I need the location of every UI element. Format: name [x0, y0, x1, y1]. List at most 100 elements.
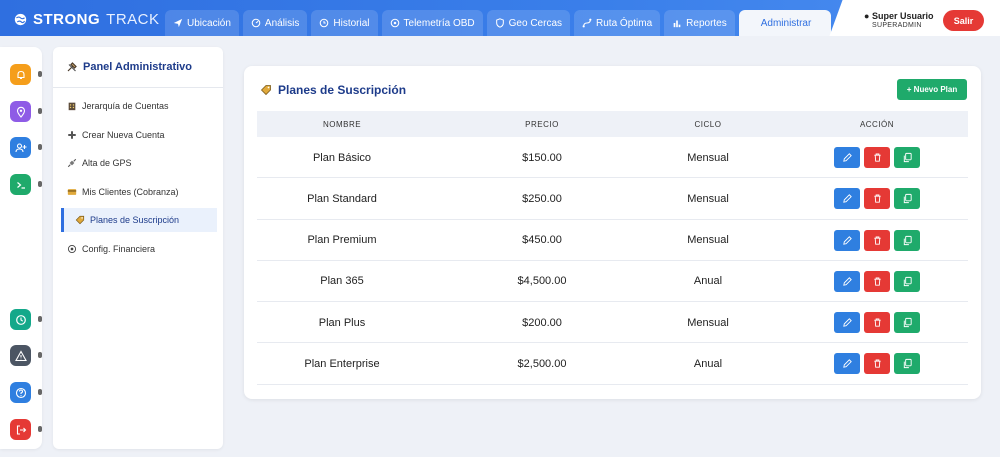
edit-button[interactable] [834, 270, 860, 292]
trash-icon [873, 194, 881, 203]
tab-label: Ruta Óptima [596, 17, 653, 29]
pencil-icon [842, 235, 852, 245]
satellite-icon [67, 158, 77, 168]
timer-icon [15, 314, 26, 325]
help-icon [15, 387, 26, 398]
clock-icon [320, 18, 329, 28]
plan-cycle: Mensual [687, 151, 729, 164]
gear-icon [67, 244, 77, 254]
duplicate-button[interactable] [894, 353, 920, 375]
tab-reportes[interactable]: Reportes [664, 10, 735, 36]
tab-geocercas[interactable]: Geo Cercas [486, 10, 571, 36]
edit-button[interactable] [834, 188, 860, 210]
rail-console-button[interactable] [10, 174, 31, 195]
duplicate-button[interactable] [894, 188, 920, 210]
tag-icon [75, 215, 85, 225]
tab-analisis[interactable]: Análisis [242, 10, 308, 36]
logout-icon [16, 424, 26, 435]
tab-label: Historial [333, 17, 370, 29]
panel-divider [53, 87, 223, 88]
plan-name: Plan Premium [307, 234, 377, 247]
menu-item-my-clients[interactable]: Mis Clientes (Cobranza) [61, 180, 217, 204]
tab-historial[interactable]: Historial [311, 10, 378, 36]
menu-item-label: Config. Financiera [82, 244, 156, 254]
delete-button[interactable] [864, 353, 890, 375]
tab-label: Ubicación [187, 17, 231, 29]
new-plan-button[interactable]: + Nuevo Plan [897, 79, 967, 100]
tag-icon [260, 85, 271, 96]
shield-icon [495, 18, 504, 28]
admin-panel-title: Panel Administrativo [66, 61, 192, 73]
logout-button[interactable]: Salir [943, 10, 984, 31]
pencil-icon [842, 318, 852, 327]
rail-help-button[interactable] [10, 382, 31, 403]
plan-cycle: Mensual [687, 234, 729, 247]
tab-label: Reportes [686, 17, 727, 29]
menu-item-account-hierarchy[interactable]: Jerarquía de Cuentas [61, 94, 217, 118]
rail-notifications-button[interactable] [10, 64, 31, 85]
map-pin-icon [16, 106, 25, 118]
edit-button[interactable] [834, 312, 860, 334]
bell-icon [16, 70, 25, 79]
duplicate-button[interactable] [894, 312, 920, 334]
brand-primary: STRONG [33, 10, 101, 28]
delete-button[interactable] [864, 147, 890, 168]
main-tabs: Ubicación Análisis Historial Telemetría … [165, 10, 832, 36]
row-actions [787, 302, 967, 343]
subscription-plans-card: Planes de Suscripción + Nuevo Plan NOMBR… [244, 66, 981, 399]
plan-price: $200.00 [522, 316, 562, 329]
plan-cycle: Mensual [687, 316, 729, 329]
menu-item-financial-config[interactable]: Config. Financiera [61, 237, 217, 261]
pencil-icon [842, 359, 852, 369]
rail-locations-button[interactable] [10, 101, 31, 122]
duplicate-button[interactable] [894, 229, 920, 251]
edit-button[interactable] [834, 229, 860, 251]
send-icon [173, 18, 183, 28]
table-row: Plan Plus $200.00 Mensual [257, 302, 968, 344]
duplicate-button[interactable] [894, 270, 920, 292]
delete-button[interactable] [864, 270, 890, 292]
rail-logout-button[interactable] [10, 419, 31, 440]
rail-collapsed-label [38, 108, 42, 114]
tab-ruta-optima[interactable]: Ruta Óptima [574, 10, 661, 36]
warning-icon [14, 349, 27, 361]
plans-title: Planes de Suscripción [260, 83, 406, 97]
menu-item-subscription-plans[interactable]: Planes de Suscripción [61, 208, 217, 232]
column-header-cycle: CICLO [694, 119, 722, 129]
menu-item-create-account[interactable]: Crear Nueva Cuenta [61, 123, 217, 147]
plan-cycle: Anual [693, 357, 723, 370]
plan-name: Plan Plus [318, 316, 366, 329]
delete-button[interactable] [864, 312, 890, 334]
rail-collapsed-label [38, 316, 42, 322]
rail-users-button[interactable] [10, 137, 31, 158]
pencil-icon [842, 194, 852, 204]
menu-item-gps-registration[interactable]: Alta de GPS [61, 151, 217, 175]
tab-ubicacion[interactable]: Ubicación [165, 10, 239, 36]
rail-collapsed-label [38, 426, 42, 432]
duplicate-button[interactable] [894, 147, 920, 168]
trash-icon [873, 360, 881, 369]
plan-price: $250.00 [522, 192, 562, 205]
bar-chart-icon [673, 20, 681, 28]
brand-logo[interactable]: STRONG TRACK [14, 9, 160, 29]
user-icon: ● [864, 11, 870, 21]
table-row: Plan Standard $250.00 Mensual [257, 178, 968, 220]
rail-collapsed-label [38, 389, 42, 395]
user-name: ● Super Usuario [864, 11, 934, 21]
trash-icon [873, 153, 881, 162]
edit-button[interactable] [834, 147, 860, 168]
row-actions [787, 261, 967, 302]
rail-timer-button[interactable] [10, 309, 31, 330]
rail-alerts-button[interactable] [10, 345, 31, 366]
table-row: Plan Básico $150.00 Mensual [257, 137, 968, 179]
tab-telemetria[interactable]: Telemetría OBD [381, 10, 483, 36]
edit-button[interactable] [834, 353, 860, 375]
tab-administrar[interactable]: Administrar [738, 10, 832, 36]
table-row: Plan Enterprise $2,500.00 Anual [257, 343, 968, 385]
brand-secondary: TRACK [106, 10, 160, 28]
delete-button[interactable] [864, 229, 890, 251]
plan-name: Plan Standard [307, 192, 377, 205]
delete-button[interactable] [864, 188, 890, 210]
trash-icon [873, 236, 881, 245]
copy-icon [903, 318, 912, 328]
